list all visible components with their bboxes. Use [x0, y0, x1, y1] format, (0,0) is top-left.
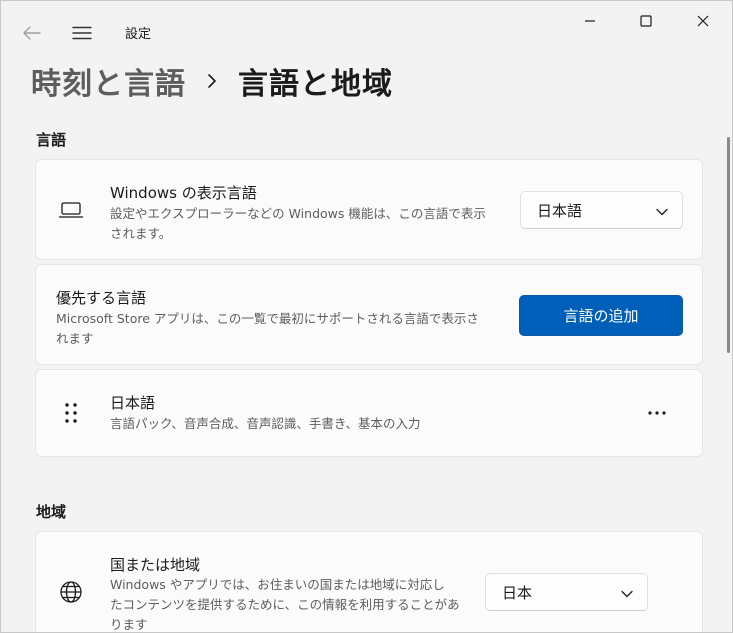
- country-region-card: 国または地域 Windows やアプリでは、お住まいの国または地域に対応し たコ…: [35, 531, 703, 632]
- maximize-icon[interactable]: [623, 1, 669, 41]
- display-language-dropdown[interactable]: 日本語: [520, 191, 683, 229]
- page-title: 言語と地域: [238, 67, 393, 102]
- drag-handle-icon[interactable]: [60, 400, 82, 426]
- globe-icon: [56, 578, 86, 606]
- country-region-dropdown[interactable]: 日本: [485, 573, 648, 611]
- close-icon[interactable]: [680, 1, 726, 41]
- chevron-down-icon: [656, 201, 668, 220]
- country-region-desc-1: Windows やアプリでは、お住まいの国または地域に対応し: [110, 577, 445, 592]
- back-arrow-icon[interactable]: [15, 19, 49, 47]
- country-region-title: 国または地域: [110, 556, 201, 574]
- add-language-button[interactable]: 言語の追加: [519, 295, 683, 336]
- installed-language-name: 日本語: [110, 394, 156, 412]
- hamburger-menu-icon[interactable]: [65, 19, 99, 47]
- section-title-language: 言語: [36, 131, 67, 149]
- display-language-desc-2: されます。: [110, 226, 172, 241]
- preferred-languages-title: 優先する言語: [56, 289, 147, 307]
- preferred-languages-desc-1: Microsoft Store アプリは、この一覧で最初にサポートされる言語で表…: [56, 311, 479, 326]
- country-region-value: 日本: [502, 583, 533, 602]
- installed-language-features: 言語パック、音声合成、音声認識、手書き、基本の入力: [110, 416, 421, 431]
- country-region-desc-2: たコンテンツを提供するために、この情報を利用することがあ: [110, 597, 460, 612]
- settings-window: 設定 時刻と言語 言語と地域 言語 Windows の表示言語 設定やエクスプロ…: [0, 0, 733, 633]
- display-language-title: Windows の表示言語: [110, 184, 257, 202]
- scrollbar[interactable]: [727, 137, 730, 353]
- chevron-right-icon: [186, 73, 238, 89]
- more-options-icon[interactable]: [640, 398, 674, 428]
- display-language-value: 日本語: [537, 201, 583, 220]
- preferred-languages-card: 優先する言語 Microsoft Store アプリは、この一覧で最初にサポート…: [35, 264, 703, 365]
- display-language-desc-1: 設定やエクスプローラーなどの Windows 機能は、この言語で表示: [110, 206, 486, 221]
- section-title-region: 地域: [36, 503, 67, 521]
- breadcrumb-parent[interactable]: 時刻と言語: [31, 59, 186, 103]
- chevron-down-icon: [621, 583, 633, 602]
- minimize-icon[interactable]: [567, 1, 613, 41]
- preferred-languages-desc-2: れます: [56, 331, 94, 346]
- laptop-icon: [56, 196, 86, 224]
- breadcrumb: 時刻と言語 言語と地域: [31, 59, 393, 103]
- app-title: 設定: [125, 27, 152, 42]
- display-language-card: Windows の表示言語 設定やエクスプローラーなどの Windows 機能は…: [35, 159, 703, 260]
- title-bar: 設定: [1, 1, 732, 49]
- country-region-desc-3: ります: [110, 617, 148, 632]
- installed-language-card[interactable]: 日本語 言語パック、音声合成、音声認識、手書き、基本の入力: [35, 369, 703, 457]
